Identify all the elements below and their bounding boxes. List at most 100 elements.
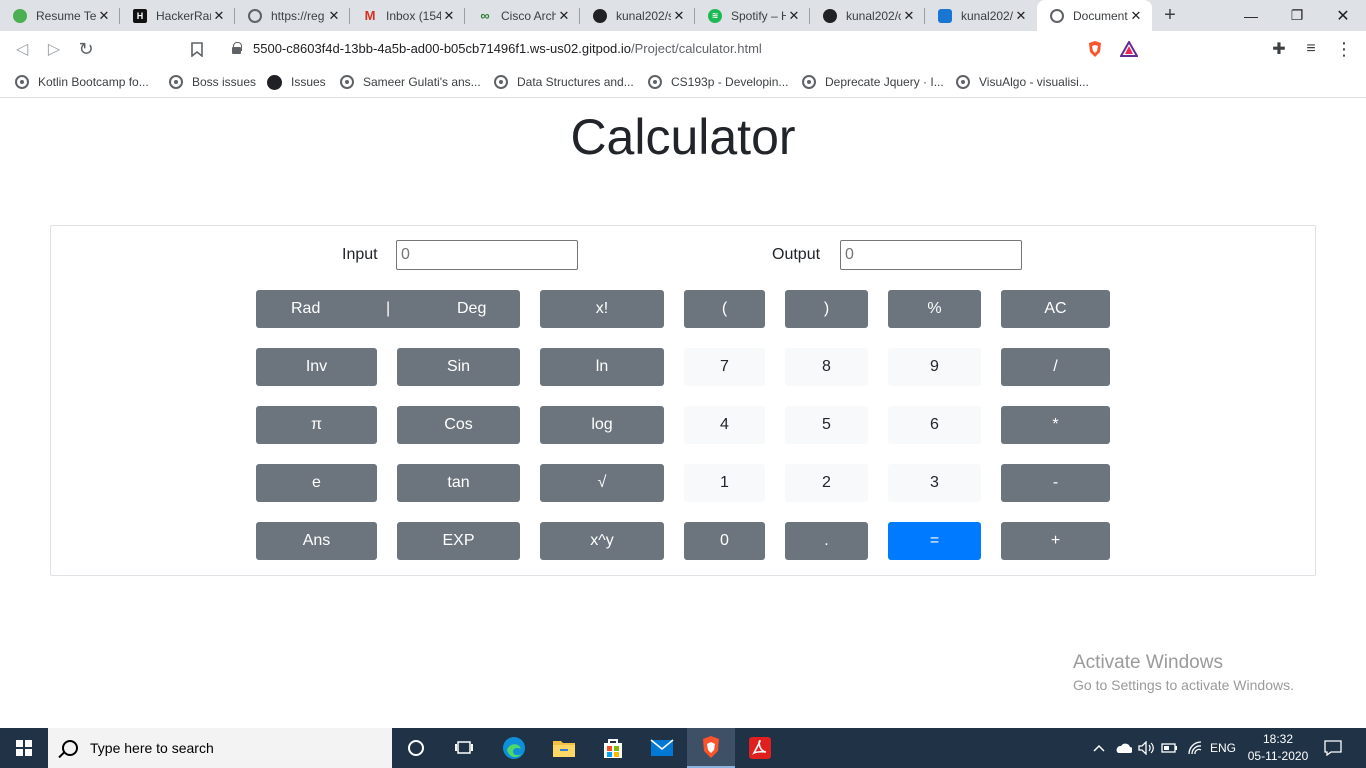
tab-github-1[interactable]: kunal202/s ✕: [580, 0, 695, 31]
add-button[interactable]: +: [1001, 522, 1110, 560]
menu-icon[interactable]: ⋮: [1333, 38, 1355, 60]
close-icon[interactable]: ✕: [1128, 8, 1144, 24]
multiply-button[interactable]: *: [1001, 406, 1110, 444]
equals-button[interactable]: =: [888, 522, 981, 560]
address-bar[interactable]: 5500-c8603f4d-13bb-4a5b-ad00-b05cb71496f…: [218, 35, 1146, 62]
digit-2-button[interactable]: 2: [785, 464, 868, 502]
tab-github-2[interactable]: kunal202/c ✕: [810, 0, 925, 31]
close-icon[interactable]: ✕: [326, 8, 342, 24]
extensions-icon[interactable]: ✚: [1268, 38, 1290, 60]
input-field[interactable]: [396, 240, 578, 270]
close-window-icon[interactable]: ✕: [1320, 0, 1366, 31]
edge-icon[interactable]: [490, 728, 538, 768]
rad-deg-toggle[interactable]: Rad | Deg: [256, 290, 520, 328]
volume-icon[interactable]: [1136, 728, 1156, 768]
onedrive-icon[interactable]: [1113, 728, 1133, 768]
digit-0-button[interactable]: 0: [684, 522, 765, 560]
digit-6-button[interactable]: 6: [888, 406, 981, 444]
e-button[interactable]: e: [256, 464, 377, 502]
brave-shield-icon[interactable]: [1084, 38, 1106, 60]
ans-button[interactable]: Ans: [256, 522, 377, 560]
minimize-icon[interactable]: —: [1228, 0, 1274, 31]
rad-button[interactable]: Rad: [291, 300, 320, 318]
brave-rewards-icon[interactable]: [1118, 38, 1140, 60]
close-icon[interactable]: ✕: [556, 8, 572, 24]
digit-8-button[interactable]: 8: [785, 348, 868, 386]
bookmark-icon[interactable]: [186, 38, 208, 60]
bookmark-item[interactable]: Data Structures and...: [494, 72, 634, 92]
digit-5-button[interactable]: 5: [785, 406, 868, 444]
close-paren-button[interactable]: ): [785, 290, 868, 328]
deg-button[interactable]: Deg: [457, 300, 486, 318]
acrobat-icon[interactable]: [736, 728, 784, 768]
close-icon[interactable]: ✕: [441, 8, 457, 24]
inv-button[interactable]: Inv: [256, 348, 377, 386]
show-hidden-icons-icon[interactable]: [1090, 728, 1108, 768]
file-explorer-icon[interactable]: [540, 728, 588, 768]
tab-document[interactable]: Document ✕: [1037, 0, 1152, 31]
exp-button[interactable]: EXP: [397, 522, 520, 560]
brave-browser-icon[interactable]: [687, 728, 735, 768]
bookmark-item[interactable]: VisuAlgo - visualisi...: [956, 72, 1089, 92]
tab-gmail[interactable]: M Inbox (154 ✕: [350, 0, 465, 31]
reload-icon[interactable]: ↻: [75, 38, 97, 60]
power-button[interactable]: x^y: [540, 522, 664, 560]
store-icon[interactable]: [589, 728, 637, 768]
bookmark-item[interactable]: Sameer Gulati's ans...: [340, 72, 481, 92]
tab-gitpod[interactable]: kunal202/c ✕: [925, 0, 1037, 31]
bookmark-item[interactable]: CS193p - Developin...: [648, 72, 788, 92]
divide-button[interactable]: /: [1001, 348, 1110, 386]
close-icon[interactable]: ✕: [901, 8, 917, 24]
log-button[interactable]: log: [540, 406, 664, 444]
factorial-button[interactable]: x!: [540, 290, 664, 328]
digit-1-button[interactable]: 1: [684, 464, 765, 502]
bookmark-item[interactable]: Kotlin Bootcamp fo...: [15, 72, 149, 92]
digit-9-button[interactable]: 9: [888, 348, 981, 386]
digit-3-button[interactable]: 3: [888, 464, 981, 502]
digit-4-button[interactable]: 4: [684, 406, 765, 444]
sqrt-button[interactable]: √: [540, 464, 664, 502]
notifications-icon[interactable]: [1318, 728, 1348, 768]
pi-button[interactable]: π: [256, 406, 377, 444]
tan-button[interactable]: tan: [397, 464, 520, 502]
back-icon[interactable]: ◁: [11, 38, 33, 60]
tab-spotify[interactable]: ≋ Spotify – H ✕: [695, 0, 810, 31]
all-clear-button[interactable]: AC: [1001, 290, 1110, 328]
wifi-icon[interactable]: [1185, 728, 1205, 768]
close-icon[interactable]: ✕: [1013, 8, 1029, 24]
tab-cisco[interactable]: ∞ Cisco Archi ✕: [465, 0, 580, 31]
close-icon[interactable]: ✕: [211, 8, 227, 24]
tab-reg[interactable]: https://reg ✕: [235, 0, 350, 31]
bookmark-item[interactable]: Boss issues: [169, 72, 256, 92]
language-indicator[interactable]: ENG: [1208, 728, 1238, 768]
decimal-button[interactable]: .: [785, 522, 868, 560]
forward-icon[interactable]: ▷: [43, 38, 65, 60]
tab-hackerrank[interactable]: H HackerRan ✕: [120, 0, 235, 31]
ln-button[interactable]: ln: [540, 348, 664, 386]
start-button[interactable]: [0, 728, 48, 768]
sin-button[interactable]: Sin: [397, 348, 520, 386]
close-icon[interactable]: ✕: [786, 8, 802, 24]
bookmark-item[interactable]: Issues: [267, 72, 326, 92]
activate-windows-title: Activate Windows: [1073, 652, 1223, 673]
taskbar-clock[interactable]: 18:32 05-11-2020: [1240, 731, 1316, 765]
close-icon[interactable]: ✕: [96, 8, 112, 24]
github-icon: [823, 8, 837, 23]
tab-resume[interactable]: Resume Te ✕: [0, 0, 120, 31]
digit-7-button[interactable]: 7: [684, 348, 765, 386]
taskbar-search[interactable]: Type here to search: [48, 728, 392, 768]
mail-icon[interactable]: [638, 728, 686, 768]
media-icon[interactable]: ≡: [1300, 38, 1322, 60]
close-icon[interactable]: ✕: [671, 8, 687, 24]
open-paren-button[interactable]: (: [684, 290, 765, 328]
battery-icon[interactable]: [1160, 728, 1180, 768]
cos-button[interactable]: Cos: [397, 406, 520, 444]
percent-button[interactable]: %: [888, 290, 981, 328]
new-tab-icon[interactable]: +: [1158, 3, 1182, 27]
cortana-icon[interactable]: [392, 728, 440, 768]
task-view-icon[interactable]: [440, 728, 488, 768]
bookmark-item[interactable]: Deprecate Jquery · I...: [802, 72, 944, 92]
output-field[interactable]: [840, 240, 1022, 270]
subtract-button[interactable]: -: [1001, 464, 1110, 502]
restore-icon[interactable]: ❐: [1274, 0, 1320, 31]
